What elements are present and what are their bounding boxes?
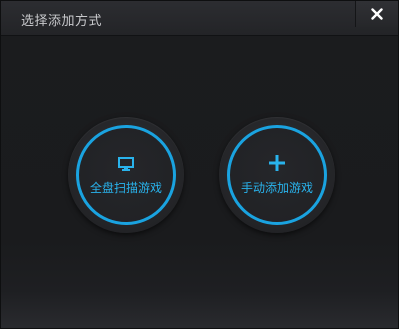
add-method-dialog: 选择添加方式 全盘扫描游戏 手动添加游戏	[0, 0, 399, 329]
title-bar: 选择添加方式	[1, 1, 398, 36]
monitor-icon	[118, 157, 134, 171]
manual-add-ring: 手动添加游戏	[227, 125, 327, 225]
dialog-title: 选择添加方式	[21, 14, 103, 29]
scan-all-ring: 全盘扫描游戏	[76, 125, 176, 225]
manual-add-game-button[interactable]: 手动添加游戏	[219, 117, 335, 233]
close-button[interactable]	[355, 1, 398, 27]
plus-icon	[269, 155, 285, 171]
manual-add-game-label: 手动添加游戏	[240, 181, 313, 195]
scan-all-games-button[interactable]: 全盘扫描游戏	[68, 117, 184, 233]
scan-all-games-label: 全盘扫描游戏	[89, 181, 162, 195]
close-icon	[371, 8, 383, 20]
